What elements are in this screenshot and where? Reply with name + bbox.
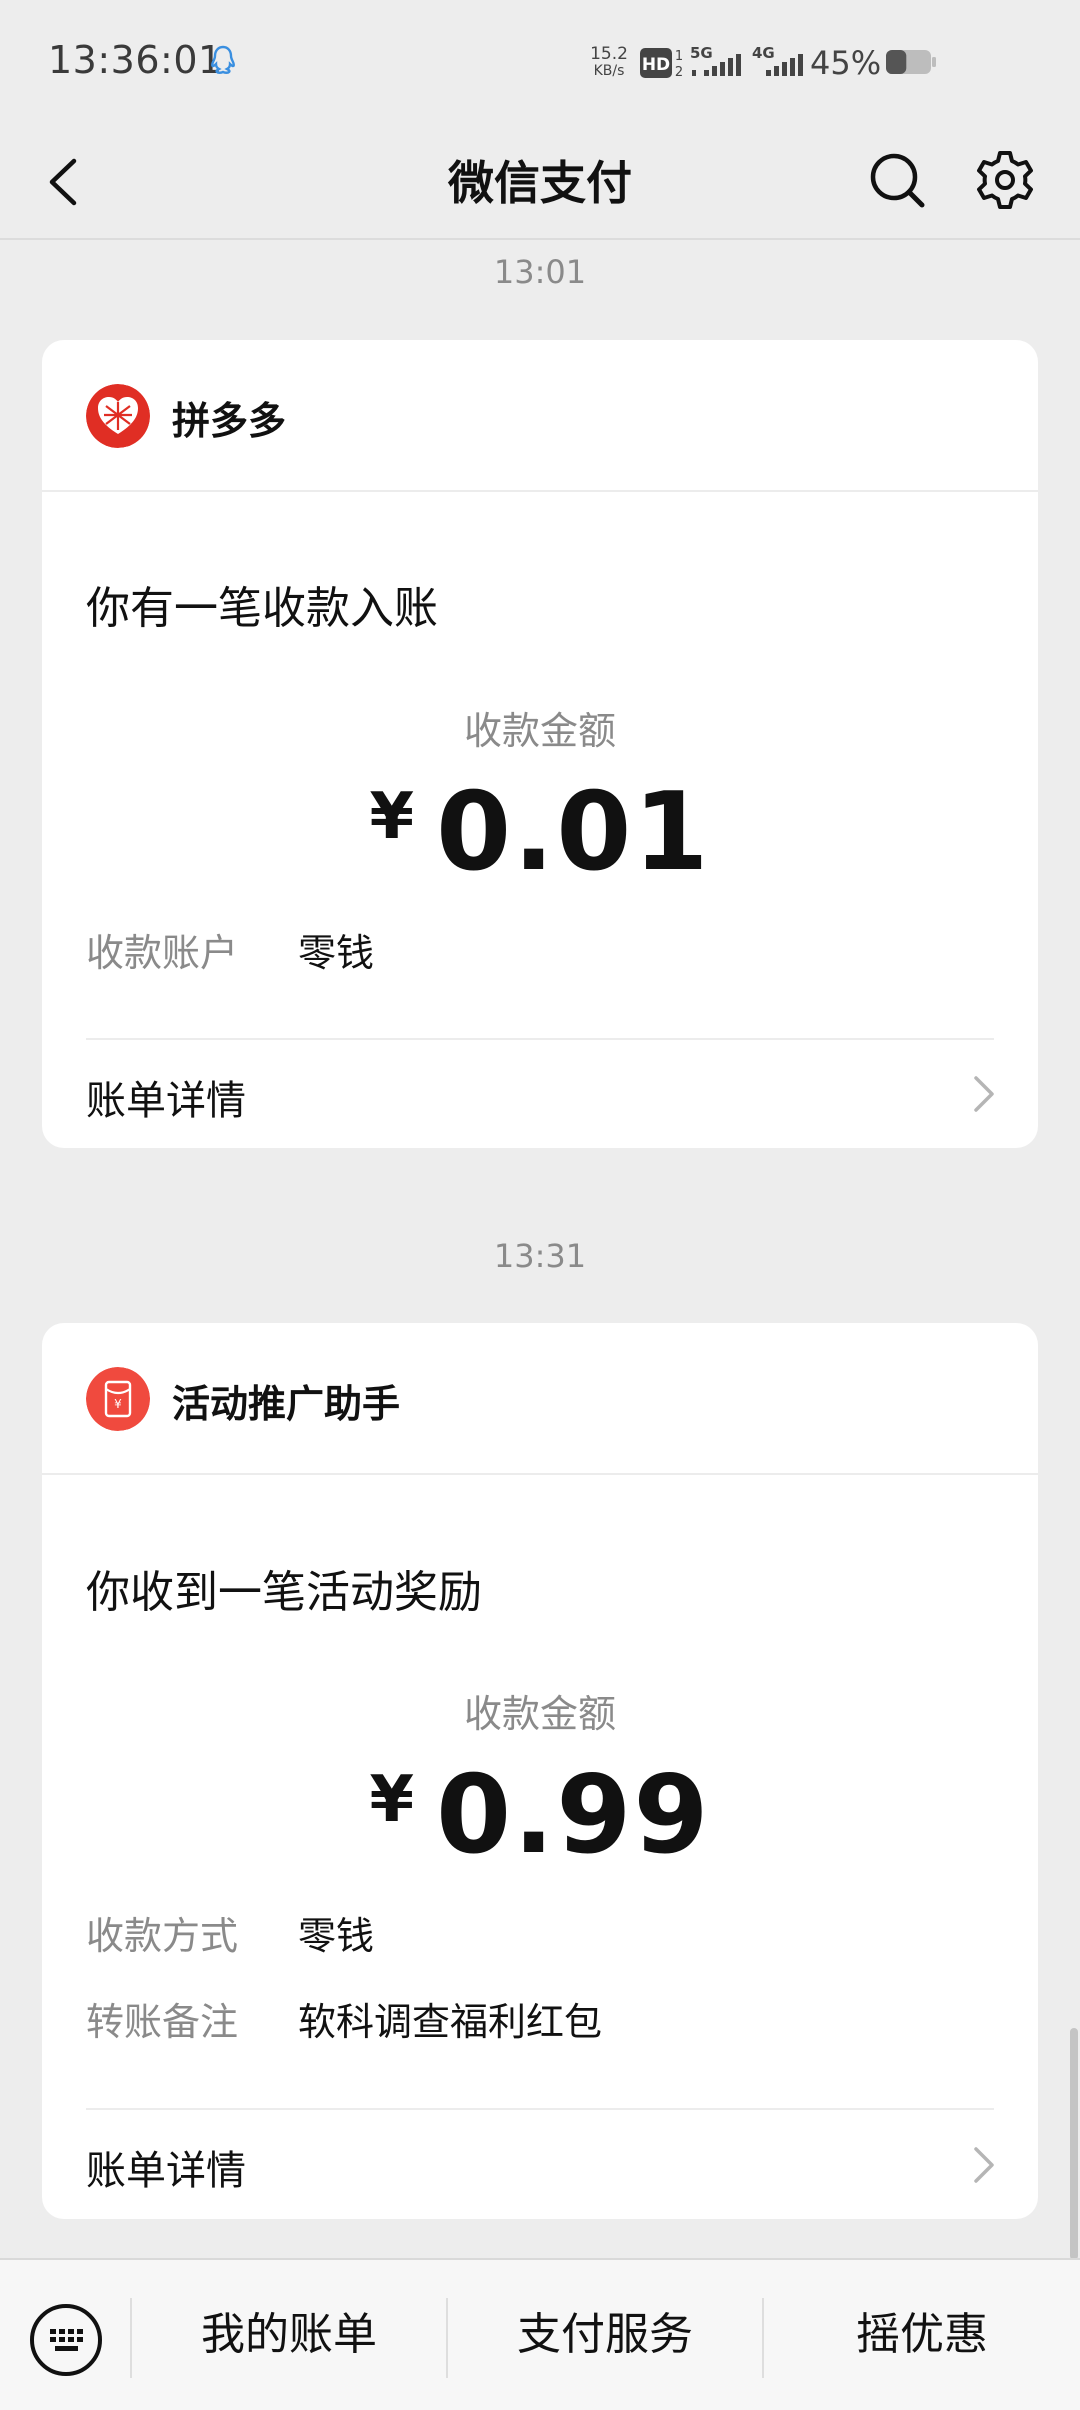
transfer-note-label: 转账备注 [86, 2000, 239, 2044]
card-divider [86, 1038, 994, 1040]
card-divider [86, 2108, 994, 2110]
menu-payment-services[interactable]: 支付服务 [448, 2260, 762, 2410]
network-speed-unit: KB/s [593, 63, 625, 79]
net2-label: 4G [752, 44, 775, 62]
amount-display: ¥0.01 [42, 770, 1038, 895]
amount-value: 0.99 [436, 1753, 711, 1878]
qq-notification-icon [211, 45, 235, 74]
sim1-label: 1 [675, 49, 683, 64]
amount-display: ¥0.99 [42, 1753, 1038, 1878]
message-timestamp: 13:01 [493, 253, 587, 291]
scrollbar[interactable] [1070, 2028, 1078, 2260]
transfer-note-value: 软科调查福利红包 [298, 2000, 603, 2044]
currency-symbol: ¥ [369, 780, 415, 854]
navigation-bar: 微信支付 [0, 125, 1080, 240]
pinduoduo-logo-icon [86, 384, 150, 448]
message-title: 你有一笔收款入账 [86, 583, 438, 634]
bottom-menu-bar: 我的账单 支付服务 摇优惠 [0, 2258, 1080, 2410]
status-bar: 13:36:01 15.2 KB/s HD 1 2 5G 4G 45% [0, 0, 1080, 125]
amount-label: 收款金额 [463, 1692, 616, 1736]
keyboard-icon[interactable] [28, 2302, 104, 2378]
bill-details-link[interactable]: 账单详情 [86, 1068, 246, 1126]
payment-notification-card: ¥ 活动推广助手 你收到一笔活动奖励 收款金额 ¥0.99 收款方式 零钱 转账… [42, 1323, 1038, 2219]
payment-method-value: 零钱 [298, 1914, 375, 1958]
card-header[interactable]: 拼多多 [42, 340, 1038, 492]
status-time: 13:36:01 [48, 38, 223, 82]
signal-4g-icon: 4G [752, 44, 803, 76]
sim2-label: 2 [675, 65, 683, 80]
chevron-right-icon[interactable] [968, 1072, 998, 1116]
hd-icon: HD 1 2 [640, 48, 683, 80]
amount-label: 收款金额 [463, 709, 616, 753]
signal-5g-icon: 5G [690, 44, 741, 76]
payment-notification-card: 拼多多 你有一笔收款入账 收款金额 ¥0.01 收款账户 零钱 账单详情 [42, 340, 1038, 1148]
account-field-label: 收款账户 [86, 931, 239, 975]
hd-label: HD [642, 55, 670, 75]
network-speed-value: 15.2 [590, 44, 628, 64]
title-divider [0, 238, 1080, 240]
gear-icon[interactable] [970, 145, 1040, 215]
sender-name: 拼多多 [172, 399, 287, 443]
card-header[interactable]: ¥ 活动推广助手 [42, 1323, 1038, 1475]
net1-label: 5G [690, 44, 713, 62]
menu-my-bills[interactable]: 我的账单 [132, 2260, 446, 2410]
bill-details-link[interactable]: 账单详情 [86, 2138, 246, 2196]
currency-symbol: ¥ [369, 1763, 415, 1837]
red-packet-icon: ¥ [86, 1367, 150, 1431]
message-timestamp: 13:31 [493, 1237, 587, 1275]
search-icon[interactable] [862, 145, 932, 215]
battery-icon [886, 50, 936, 74]
message-title: 你收到一笔活动奖励 [86, 1567, 482, 1618]
battery-percent: 45% [810, 44, 882, 82]
sender-name: 活动推广助手 [172, 1382, 401, 1426]
menu-shake-offers[interactable]: 摇优惠 [764, 2260, 1080, 2410]
network-speed: 15.2 KB/s [588, 46, 630, 80]
chevron-right-icon[interactable] [968, 2143, 998, 2187]
payment-method-label: 收款方式 [86, 1914, 239, 1958]
account-field-value: 零钱 [298, 931, 375, 975]
svg-text:¥: ¥ [114, 1397, 122, 1411]
amount-value: 0.01 [436, 770, 711, 895]
